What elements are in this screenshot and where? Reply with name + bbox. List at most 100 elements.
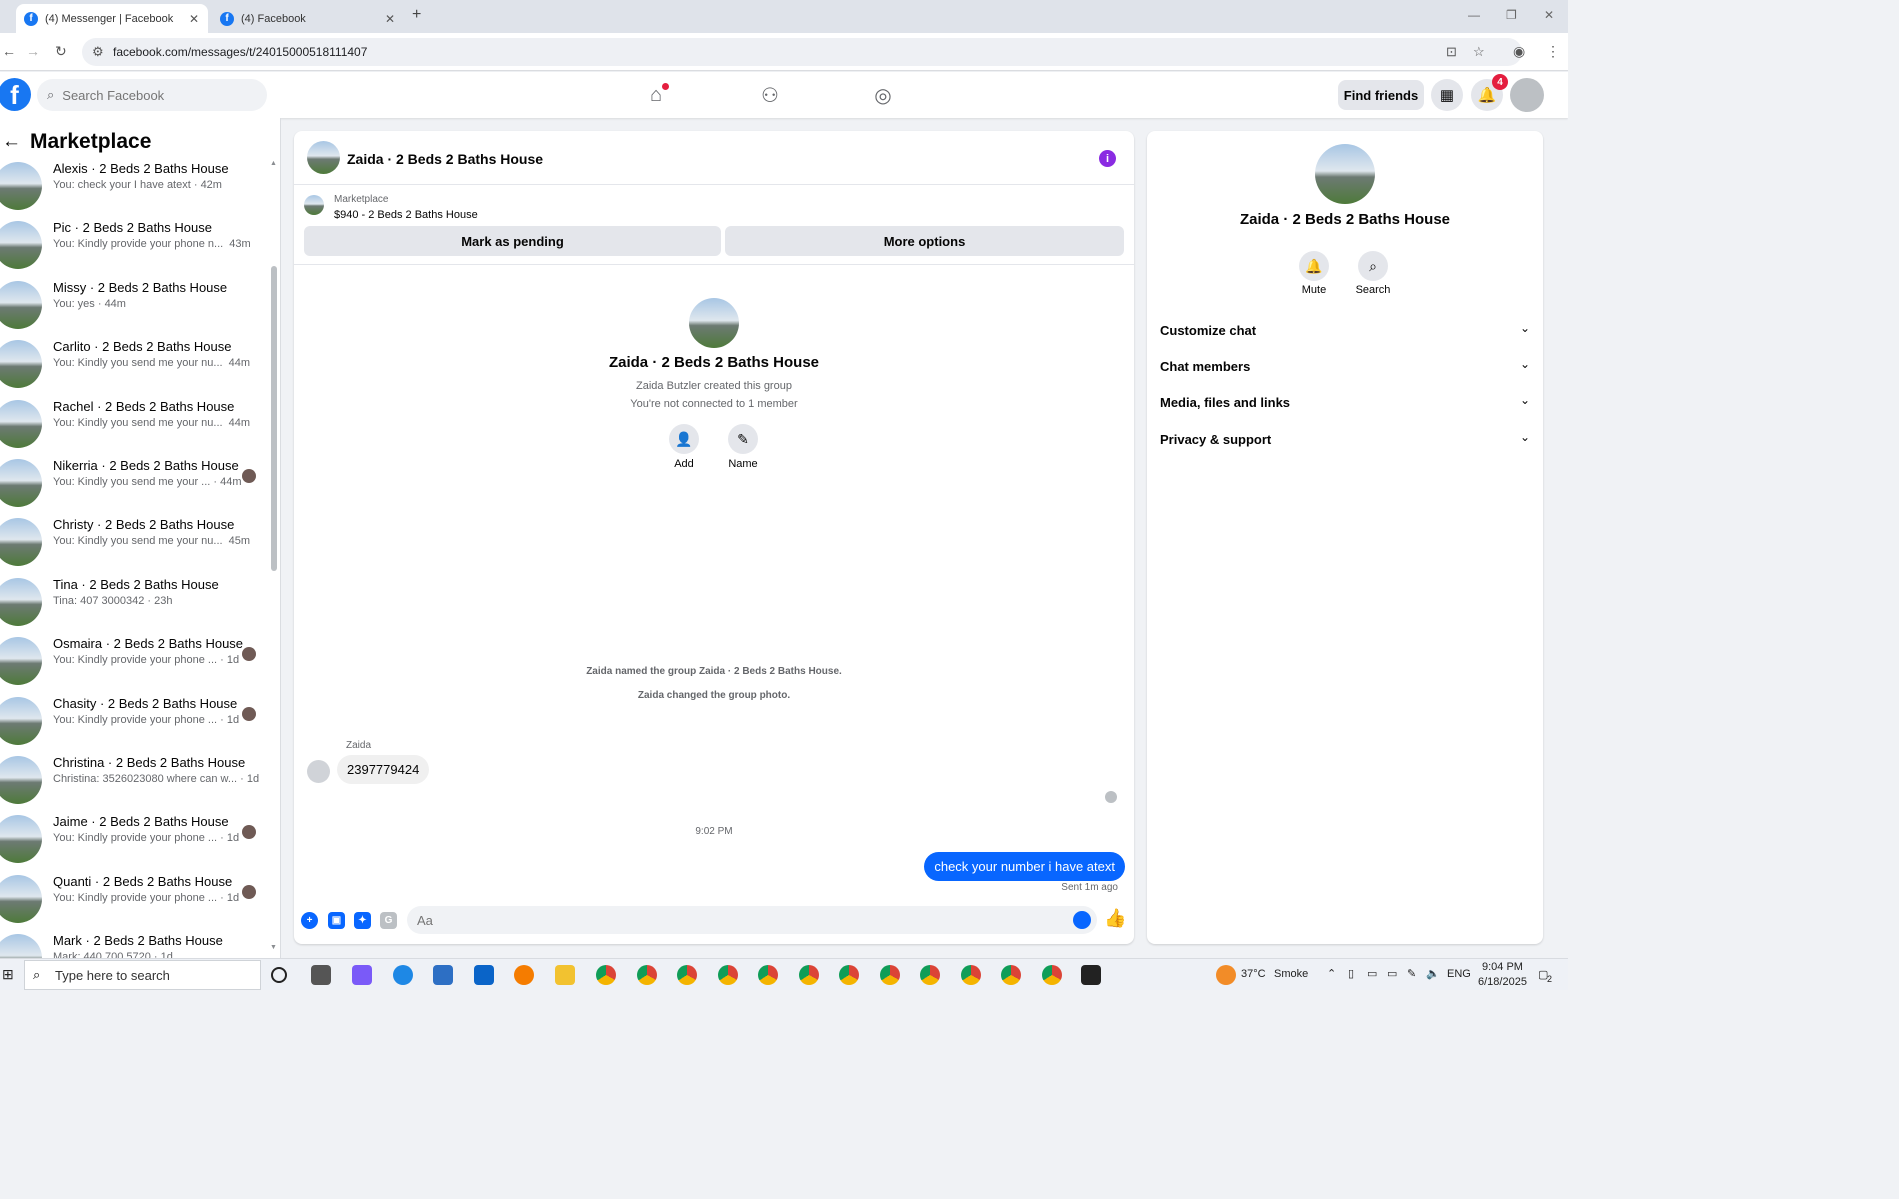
emoji-icon[interactable] <box>1073 911 1091 929</box>
tray-pen-icon[interactable]: ✎ <box>1407 967 1416 980</box>
conversation-item[interactable]: Quanti · 2 Beds 2 Baths House You: Kindly… <box>0 871 268 929</box>
weather-temp[interactable]: 37°C <box>1241 968 1266 980</box>
chrome-window-icon[interactable] <box>920 965 940 985</box>
conversation-item[interactable]: Tina · 2 Beds 2 Baths House Tina: 407 300… <box>0 574 268 632</box>
close-window-icon[interactable]: ✕ <box>1544 8 1554 22</box>
info-icon[interactable]: i <box>1099 150 1116 167</box>
find-friends-button[interactable]: Find friends <box>1338 80 1424 110</box>
language-indicator[interactable]: ENG <box>1447 968 1471 980</box>
profile-icon[interactable]: ◉ <box>1513 43 1525 60</box>
mark-as-pending-button[interactable]: Mark as pending <box>304 226 721 256</box>
conversation-item[interactable]: Chasity · 2 Beds 2 Baths House You: Kindl… <box>0 693 268 751</box>
search-input[interactable] <box>62 87 233 103</box>
search-bar[interactable]: ⌕ <box>37 79 267 111</box>
edge-icon[interactable] <box>393 965 413 985</box>
conversation-item[interactable]: Nikerria · 2 Beds 2 Baths House You: Kind… <box>0 455 268 513</box>
menu-grid-icon[interactable]: ▦ <box>1431 79 1463 111</box>
edit-name-icon[interactable]: ✎ <box>728 424 758 454</box>
windows-start-icon[interactable]: ⊞ <box>2 966 14 983</box>
tray-network-icon[interactable]: ▭ <box>1367 967 1377 980</box>
conversation-item[interactable]: Alexis · 2 Beds 2 Baths House You: check … <box>0 158 268 216</box>
chrome-window-icon[interactable] <box>798 965 819 985</box>
chrome-window-icon[interactable] <box>758 965 778 985</box>
new-tab-icon[interactable]: + <box>412 6 421 24</box>
task-view-icon[interactable] <box>311 965 331 985</box>
volume-icon[interactable]: 🔈 <box>1426 967 1440 980</box>
tab-facebook[interactable]: f (4) Facebook ✕ <box>212 4 404 33</box>
tab-messenger[interactable]: f (4) Messenger | Facebook ✕ <box>16 4 208 33</box>
chat-members-section[interactable]: Chat members ⌄ <box>1160 352 1530 382</box>
file-explorer-icon[interactable] <box>555 965 575 985</box>
conversation-item[interactable]: Mark · 2 Beds 2 Baths House Mark: 440 700… <box>0 930 268 958</box>
sticker-icon[interactable]: ✦ <box>354 912 371 929</box>
close-tab-icon[interactable]: ✕ <box>385 12 395 26</box>
scroll-down-arrow-icon[interactable]: ▼ <box>270 944 277 951</box>
outlook-icon[interactable] <box>474 965 494 985</box>
sticky-notes-icon[interactable] <box>1081 965 1101 985</box>
forward-icon[interactable]: → <box>26 43 40 59</box>
tray-device-icon[interactable]: ▯ <box>1348 967 1354 980</box>
conversation-item[interactable]: Osmaira · 2 Beds 2 Baths House You: Kindl… <box>0 633 268 691</box>
conversation-item[interactable]: Pic · 2 Beds 2 Baths House You: Kindly pr… <box>0 217 268 275</box>
search-icon[interactable]: ⌕ <box>1358 251 1388 281</box>
scroll-up-arrow-icon[interactable]: ▲ <box>270 160 277 167</box>
store-icon[interactable] <box>433 965 453 985</box>
more-options-button[interactable]: More options <box>725 226 1124 256</box>
incoming-message[interactable]: 2397779424 <box>337 755 430 784</box>
groups-icon[interactable]: ◎ <box>870 82 896 108</box>
firefox-icon[interactable] <box>514 965 534 985</box>
cortana-icon[interactable] <box>271 967 287 983</box>
thumbs-up-like-icon[interactable]: 👍 <box>1104 908 1126 929</box>
page-scrollbar[interactable] <box>1556 72 1568 958</box>
friends-icon[interactable]: ⚇ <box>757 82 783 108</box>
conversation-item[interactable]: Christina · 2 Beds 2 Baths House Christin… <box>0 752 268 810</box>
conversation-item[interactable]: Carlito · 2 Beds 2 Baths House You: Kindl… <box>0 336 268 394</box>
reload-icon[interactable]: ↻ <box>55 43 67 60</box>
listing-thumbnail[interactable] <box>304 195 324 215</box>
facebook-logo-icon[interactable]: f <box>0 78 31 111</box>
clock-date[interactable]: 6/18/2025 <box>1478 976 1527 988</box>
attach-photo-icon[interactable]: ▣ <box>328 912 345 929</box>
weather-icon[interactable] <box>1216 965 1236 985</box>
minimize-icon[interactable]: — <box>1468 8 1480 22</box>
back-icon[interactable]: ← <box>2 43 16 59</box>
tray-overflow-icon[interactable]: ⌃ <box>1327 967 1336 980</box>
install-app-icon[interactable]: ⊡ <box>1446 44 1457 60</box>
menu-dots-icon[interactable]: ⋮ <box>1546 43 1560 60</box>
scrollbar-thumb[interactable] <box>271 266 277 571</box>
weather-desc[interactable]: Smoke <box>1274 968 1308 980</box>
account-avatar[interactable] <box>1510 78 1544 112</box>
restore-icon[interactable]: ❐ <box>1506 8 1517 22</box>
conversation-item[interactable]: Jaime · 2 Beds 2 Baths House You: Kindly … <box>0 811 268 869</box>
chrome-window-icon[interactable] <box>839 965 859 985</box>
tray-display-icon[interactable]: ▭ <box>1387 967 1397 980</box>
chrome-window-icon[interactable] <box>596 965 616 985</box>
site-info-icon[interactable]: ⚙ <box>92 44 104 60</box>
customize-chat-section[interactable]: Customize chat ⌄ <box>1160 316 1530 346</box>
chrome-window-icon[interactable] <box>1041 965 1062 985</box>
chrome-window-icon[interactable] <box>636 965 657 985</box>
clock-time[interactable]: 9:04 PM <box>1482 961 1523 973</box>
chrome-window-icon[interactable] <box>1001 965 1021 985</box>
add-member-icon[interactable]: 👤 <box>669 424 699 454</box>
sender-avatar[interactable] <box>307 760 330 783</box>
listing-price[interactable]: $940 - 2 Beds 2 Baths House <box>334 209 478 221</box>
chrome-window-icon[interactable] <box>960 965 981 985</box>
conversation-item[interactable]: Rachel · 2 Beds 2 Baths House You: Kindly… <box>0 396 268 454</box>
privacy-support-section[interactable]: Privacy & support ⌄ <box>1160 425 1530 455</box>
media-files-links-section[interactable]: Media, files and links ⌄ <box>1160 388 1530 418</box>
chrome-window-icon[interactable] <box>879 965 900 985</box>
more-actions-plus-icon[interactable]: + <box>301 912 318 929</box>
copilot-icon[interactable] <box>352 965 372 985</box>
chrome-window-icon[interactable] <box>717 965 738 985</box>
mute-bell-icon[interactable]: 🔔 <box>1299 251 1329 281</box>
message-input[interactable] <box>407 906 1097 934</box>
bookmark-star-icon[interactable]: ☆ <box>1473 44 1485 60</box>
taskbar-search[interactable]: ⌕ Type here to search <box>24 960 261 990</box>
chrome-window-icon[interactable] <box>677 965 697 985</box>
gif-icon[interactable]: G <box>380 912 397 929</box>
chat-title[interactable]: Zaida · 2 Beds 2 Baths House <box>347 151 543 167</box>
conversation-item[interactable]: Christy · 2 Beds 2 Baths House You: Kindl… <box>0 514 268 572</box>
chat-avatar[interactable] <box>307 141 340 174</box>
back-arrow-icon[interactable]: ← <box>2 131 21 153</box>
